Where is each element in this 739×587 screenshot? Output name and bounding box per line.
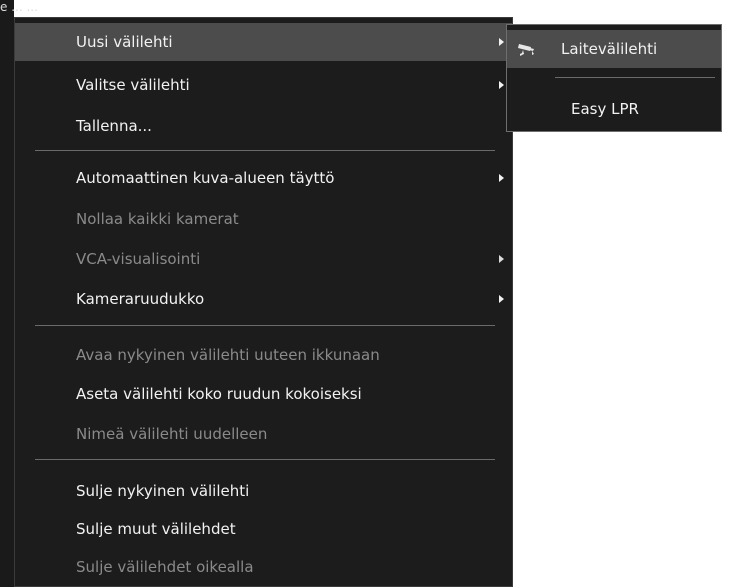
- menu-item-label: Kameraruudukko: [76, 290, 205, 308]
- menu-item-label: Sulje nykyinen välilehti: [76, 482, 250, 500]
- menu-item-new-tab[interactable]: Uusi välilehti: [15, 23, 512, 61]
- screenshot-stage: e ... ... Uusi välilehti Valitse välileh…: [0, 0, 739, 587]
- partially-hidden-title: e ... ...: [0, 0, 38, 14]
- menu-item-label: Aseta välilehti koko ruudun kokoiseksi: [76, 385, 362, 403]
- submenu-arrow-icon: [499, 38, 504, 46]
- menu-item-label: Automaattinen kuva-alueen täyttö: [76, 169, 335, 187]
- menu-item-close-current-tab[interactable]: Sulje nykyinen välilehti: [15, 472, 512, 510]
- menu-item-label: VCA-visualisointi: [76, 250, 201, 268]
- menu-item-close-other-tabs[interactable]: Sulje muut välilehdet: [15, 510, 512, 548]
- submenu-item-label: Laitevälilehti: [561, 40, 658, 58]
- menu-item-label: Avaa nykyinen välilehti uuteen ikkunaan: [76, 346, 380, 364]
- menu-item-label: Nimeä välilehti uudelleen: [76, 425, 268, 443]
- submenu-item-easy-lpr[interactable]: Easy LPR: [507, 90, 721, 128]
- submenu-separator: [555, 77, 715, 78]
- menu-item-label: Sulje muut välilehdet: [76, 520, 236, 538]
- submenu-arrow-icon: [499, 81, 504, 89]
- menu-item-label: Tallenna...: [76, 117, 152, 135]
- menu-item-camera-grid[interactable]: Kameraruudukko: [15, 280, 512, 318]
- submenu-arrow-icon: [499, 295, 504, 303]
- menu-item-label: Valitse välilehti: [76, 76, 190, 94]
- menu-item-rename-tab: Nimeä välilehti uudelleen: [15, 415, 512, 453]
- menu-item-close-tabs-right: Sulje välilehdet oikealla: [15, 548, 512, 586]
- submenu-item-label: Easy LPR: [571, 100, 639, 118]
- menu-separator: [35, 150, 495, 151]
- menu-item-save[interactable]: Tallenna...: [15, 107, 512, 145]
- menu-item-open-tab-new-window: Avaa nykyinen välilehti uuteen ikkunaan: [15, 336, 512, 374]
- menu-item-auto-fill-image-area[interactable]: Automaattinen kuva-alueen täyttö: [15, 159, 512, 197]
- menu-item-label: Sulje välilehdet oikealla: [76, 558, 254, 576]
- new-tab-submenu: Laitevälilehti Easy LPR: [506, 24, 722, 132]
- menu-item-label: Nollaa kaikki kamerat: [76, 210, 239, 228]
- application-background: [0, 0, 14, 587]
- submenu-arrow-icon: [499, 174, 504, 182]
- menu-item-select-tab[interactable]: Valitse välilehti: [15, 66, 512, 104]
- security-camera-icon: [518, 44, 534, 56]
- tab-context-menu: Uusi välilehti Valitse välilehti Tallenn…: [14, 17, 513, 587]
- menu-separator: [35, 459, 495, 460]
- menu-item-label: Uusi välilehti: [76, 33, 173, 51]
- submenu-item-device-tab[interactable]: Laitevälilehti: [507, 30, 721, 68]
- menu-separator: [35, 325, 495, 326]
- menu-item-reset-all-cameras: Nollaa kaikki kamerat: [15, 200, 512, 238]
- submenu-arrow-icon: [499, 255, 504, 263]
- menu-item-vca-visualization: VCA-visualisointi: [15, 240, 512, 278]
- menu-item-set-tab-fullscreen[interactable]: Aseta välilehti koko ruudun kokoiseksi: [15, 375, 512, 413]
